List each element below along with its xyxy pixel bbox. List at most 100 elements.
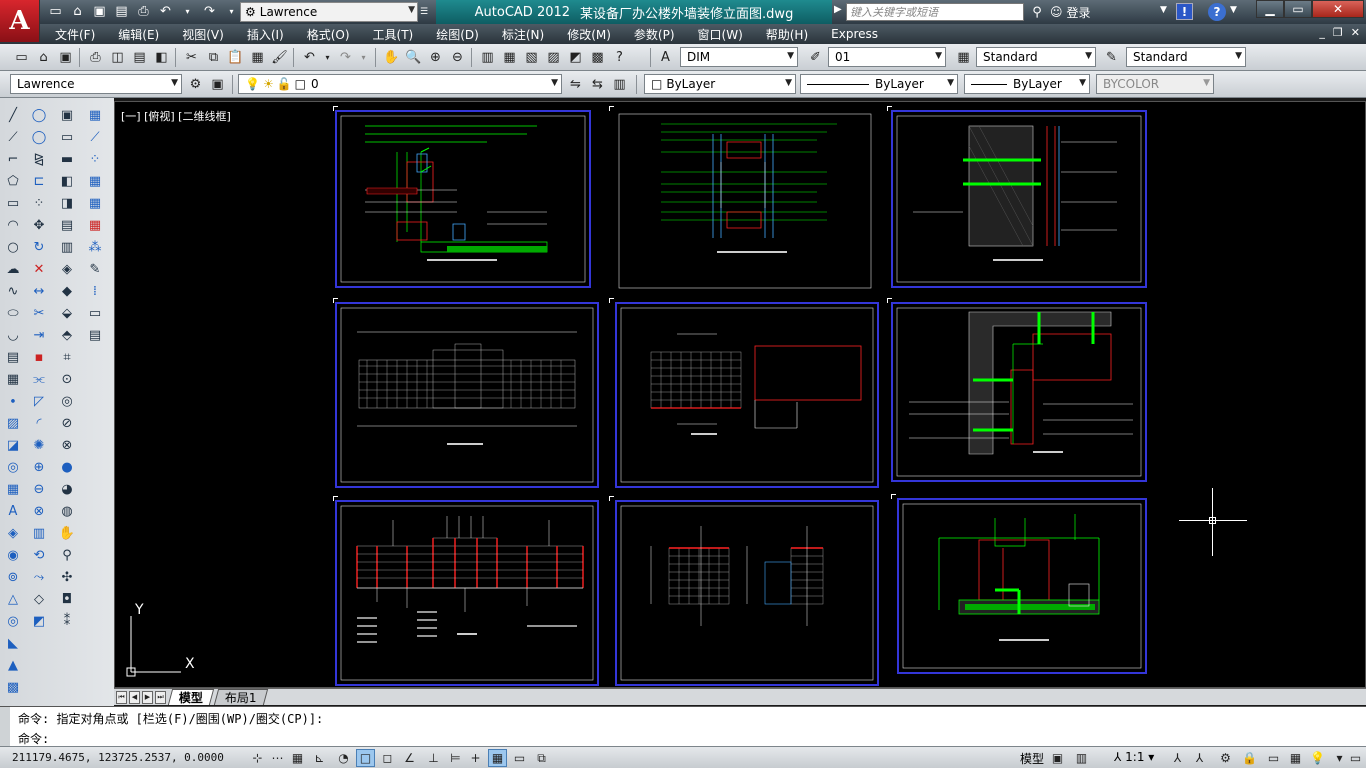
array-icon[interactable]: ⁘ — [28, 192, 50, 214]
minimize-button[interactable]: ▁ — [1256, 0, 1284, 18]
first-tab-icon[interactable]: ⏮ — [116, 690, 127, 704]
quickcalc-icon[interactable]: ▩ — [588, 48, 607, 67]
properties-icon[interactable]: ▥ — [478, 48, 497, 67]
polar-tracking-icon[interactable]: ◔ — [334, 749, 353, 767]
menu-format[interactable]: 格式(O) — [307, 26, 350, 43]
last-tab-icon[interactable]: ⏭ — [155, 690, 166, 704]
footsteps-icon[interactable]: ⁑ — [56, 610, 78, 632]
aligned-dimension-icon[interactable]: ⟋ — [84, 126, 106, 148]
drawing-sheet[interactable] — [897, 498, 1147, 674]
iso-view-3-icon[interactable]: ⬙ — [56, 302, 78, 324]
match-properties-icon[interactable]: 🖌 — [270, 48, 289, 67]
customize-qat-icon[interactable]: ☰ — [420, 2, 432, 22]
diameter-dimension-icon[interactable]: ▦ — [84, 192, 106, 214]
break-icon[interactable]: ▪ — [28, 346, 50, 368]
linear-dimension-icon[interactable]: ▦ — [84, 104, 106, 126]
top-view-icon[interactable]: ▭ — [56, 126, 78, 148]
menu-window[interactable]: 窗口(W) — [698, 26, 743, 43]
open-icon[interactable]: ⌂ — [34, 48, 53, 67]
paste-special-icon[interactable]: ▦ — [248, 48, 267, 67]
menu-edit[interactable]: 编辑(E) — [118, 26, 159, 43]
circle-icon[interactable]: ○ — [2, 236, 24, 258]
walk-icon[interactable]: ⊙ — [56, 368, 78, 390]
cone-icon[interactable]: △ — [2, 588, 24, 610]
cut-icon[interactable]: ✂ — [182, 48, 201, 67]
point-icon[interactable]: ∙ — [2, 390, 24, 412]
extrude-icon[interactable]: ▥ — [28, 522, 50, 544]
3d-osnap-icon[interactable]: ◻ — [378, 749, 397, 767]
lightbulb-icon[interactable]: 💡 — [1308, 749, 1327, 767]
tab-model[interactable]: 模型 — [167, 689, 215, 705]
gradient-icon[interactable]: ◪ — [2, 434, 24, 456]
spline-icon[interactable]: ∿ — [2, 280, 24, 302]
right-view-icon[interactable]: ◨ — [56, 192, 78, 214]
new-icon[interactable]: ▭ — [12, 48, 31, 67]
zoom-window-icon[interactable]: ⊕ — [426, 48, 445, 67]
angular-dimension-icon[interactable]: ⁂ — [84, 236, 106, 258]
fillet-icon[interactable]: ◜ — [28, 412, 50, 434]
text-height-select[interactable]: 01 ▼ — [828, 47, 946, 67]
offset-icon[interactable]: ⊏ — [28, 170, 50, 192]
region-icon[interactable]: ◎ — [2, 456, 24, 478]
command-window-grip[interactable] — [0, 707, 10, 747]
subtract-icon[interactable]: ⊖ — [28, 478, 50, 500]
doc-restore-button[interactable]: ❐ — [1333, 26, 1343, 39]
quick-view-layouts-icon[interactable]: ▣ — [1048, 749, 1067, 767]
union-icon[interactable]: ⊕ — [28, 456, 50, 478]
3d-print-icon[interactable]: ◧ — [152, 48, 171, 67]
mesh-icon[interactable]: ▩ — [2, 676, 24, 698]
help-search-input[interactable]: 键入关键字或短语 — [846, 3, 1024, 21]
drawing-sheet[interactable] — [891, 110, 1147, 288]
isolate-objects-icon[interactable]: ▦ — [1286, 749, 1305, 767]
grid-display-icon[interactable]: ▦ — [288, 749, 307, 767]
front-view-icon[interactable]: ▤ — [56, 214, 78, 236]
menu-tools[interactable]: 工具(T) — [373, 26, 414, 43]
drawing-sheet[interactable] — [615, 110, 872, 289]
bottom-view-icon[interactable]: ▬ — [56, 148, 78, 170]
close-button[interactable]: ✕ — [1312, 0, 1364, 18]
menu-help[interactable]: 帮助(H) — [766, 26, 808, 43]
chevron-down-icon[interactable]: ▾ — [354, 48, 373, 67]
pyramid-icon[interactable]: ▲ — [2, 654, 24, 676]
dynamic-input-icon[interactable]: ⊨ — [446, 749, 465, 767]
clean-screen-icon[interactable]: ▭ — [1346, 749, 1365, 767]
infer-constraints-icon[interactable]: ⊹ — [248, 749, 267, 767]
move-icon[interactable]: ✥ — [28, 214, 50, 236]
left-view-icon[interactable]: ◧ — [56, 170, 78, 192]
undo-dropdown-icon[interactable]: ▾ — [178, 2, 197, 21]
drawing-sheet[interactable] — [891, 302, 1147, 482]
torus-icon[interactable]: ◎ — [2, 610, 24, 632]
menu-insert[interactable]: 插入(I) — [247, 26, 284, 43]
prev-tab-icon[interactable]: ◀ — [129, 690, 140, 704]
workspace-switching-icon[interactable]: ⚙ — [1216, 749, 1235, 767]
rectangle-icon[interactable]: ▭ — [2, 192, 24, 214]
binoculars-icon[interactable]: ⚲ — [1028, 3, 1046, 21]
trim-icon[interactable]: ✂ — [28, 302, 50, 324]
zoom-icon[interactable]: ⚲ — [56, 544, 78, 566]
layer-states-icon[interactable]: ▣ — [208, 75, 227, 94]
rotate-icon[interactable]: ↻ — [28, 236, 50, 258]
object-snap-tracking-icon[interactable]: ∠ — [400, 749, 419, 767]
new-file-icon[interactable]: ▭ — [46, 2, 65, 21]
mirror-icon[interactable]: ⧎ — [28, 148, 50, 170]
iso-view-4-icon[interactable]: ⬘ — [56, 324, 78, 346]
lights-icon[interactable]: ◘ — [56, 588, 78, 610]
sphere-icon[interactable]: ◉ — [2, 544, 24, 566]
lock-ui-icon[interactable]: 🔒 — [1240, 749, 1259, 767]
object-snap-icon[interactable]: □ — [356, 749, 375, 767]
save-icon[interactable]: ▣ — [56, 48, 75, 67]
line-icon[interactable]: ╱ — [2, 104, 24, 126]
next-tab-icon[interactable]: ▶ — [142, 690, 153, 704]
radius-dimension-icon[interactable]: ▦ — [84, 170, 106, 192]
pan-icon[interactable]: ✋ — [382, 48, 401, 67]
open-file-icon[interactable]: ⌂ — [68, 2, 87, 21]
linetype-select[interactable]: ByLayer ▼ — [800, 74, 958, 94]
application-menu-button[interactable]: A — [0, 0, 40, 42]
zoom-previous-icon[interactable]: ⊖ — [448, 48, 467, 67]
lineweight-icon[interactable]: + — [466, 749, 485, 767]
hatch-icon[interactable]: ▨ — [2, 412, 24, 434]
ellipse-arc-icon[interactable]: ◡ — [2, 324, 24, 346]
hardware-acceleration-icon[interactable]: ▭ — [1264, 749, 1283, 767]
color-select[interactable]: □ ByLayer ▼ — [644, 74, 796, 94]
menu-parametric[interactable]: 参数(P) — [634, 26, 675, 43]
